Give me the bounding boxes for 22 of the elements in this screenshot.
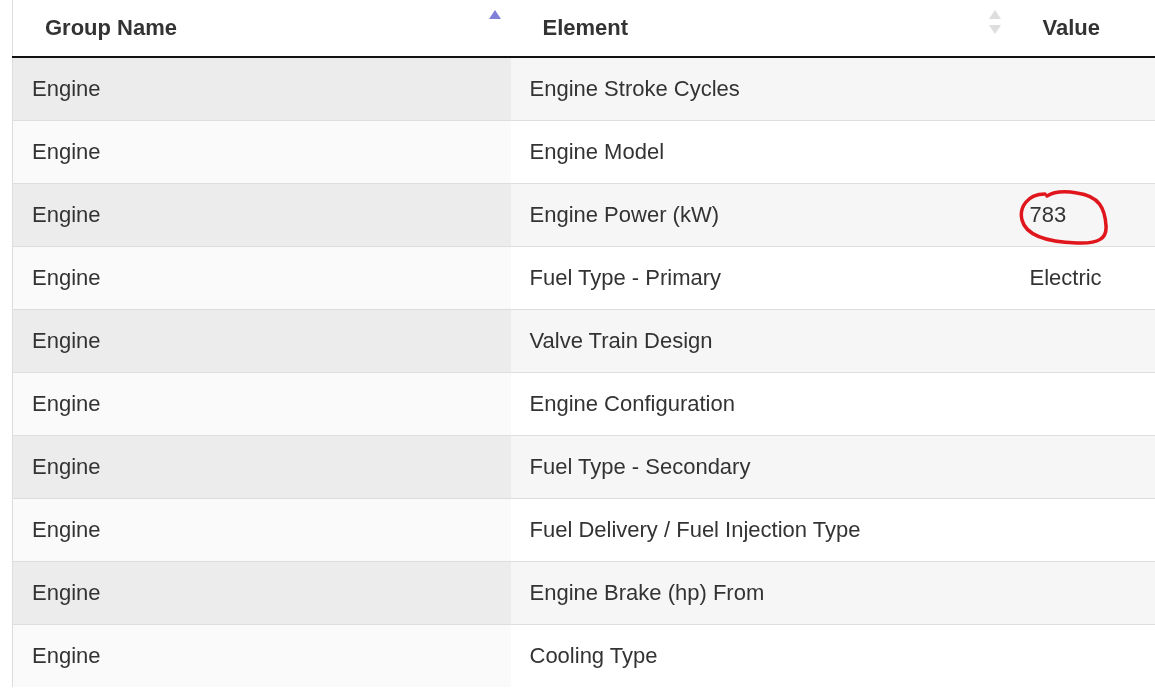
cell-text: Engine Power (kW) xyxy=(529,201,719,227)
cell-text: Fuel Type - Secondary xyxy=(529,453,751,479)
cell-text: Engine xyxy=(32,327,101,353)
cell-text: Engine xyxy=(32,75,101,101)
cell-text: Engine xyxy=(32,453,101,479)
cell-text: Engine xyxy=(32,264,101,290)
cell-text: Fuel Delivery / Fuel Injection Type xyxy=(529,516,861,542)
cell-text: Valve Train Design xyxy=(529,327,713,353)
cell-text: Engine xyxy=(32,390,101,416)
cell-text: Engine Brake (hp) From xyxy=(529,579,765,605)
cell-text: Engine xyxy=(32,579,101,605)
cell-text: Engine xyxy=(32,516,101,542)
cell-text: Cooling Type xyxy=(529,642,658,668)
cell-text: Fuel Type - Primary xyxy=(529,264,722,290)
cell-text: Engine Model xyxy=(529,138,665,164)
cell-text: Electric xyxy=(1029,264,1102,290)
cell-text: Engine Stroke Cycles xyxy=(529,75,740,101)
cell-text: Engine xyxy=(32,642,101,668)
cell-text: Engine xyxy=(32,201,101,227)
cell-text: Engine Configuration xyxy=(529,390,735,416)
cell-text: 783 xyxy=(1029,201,1067,227)
cell-text: Engine xyxy=(32,138,101,164)
